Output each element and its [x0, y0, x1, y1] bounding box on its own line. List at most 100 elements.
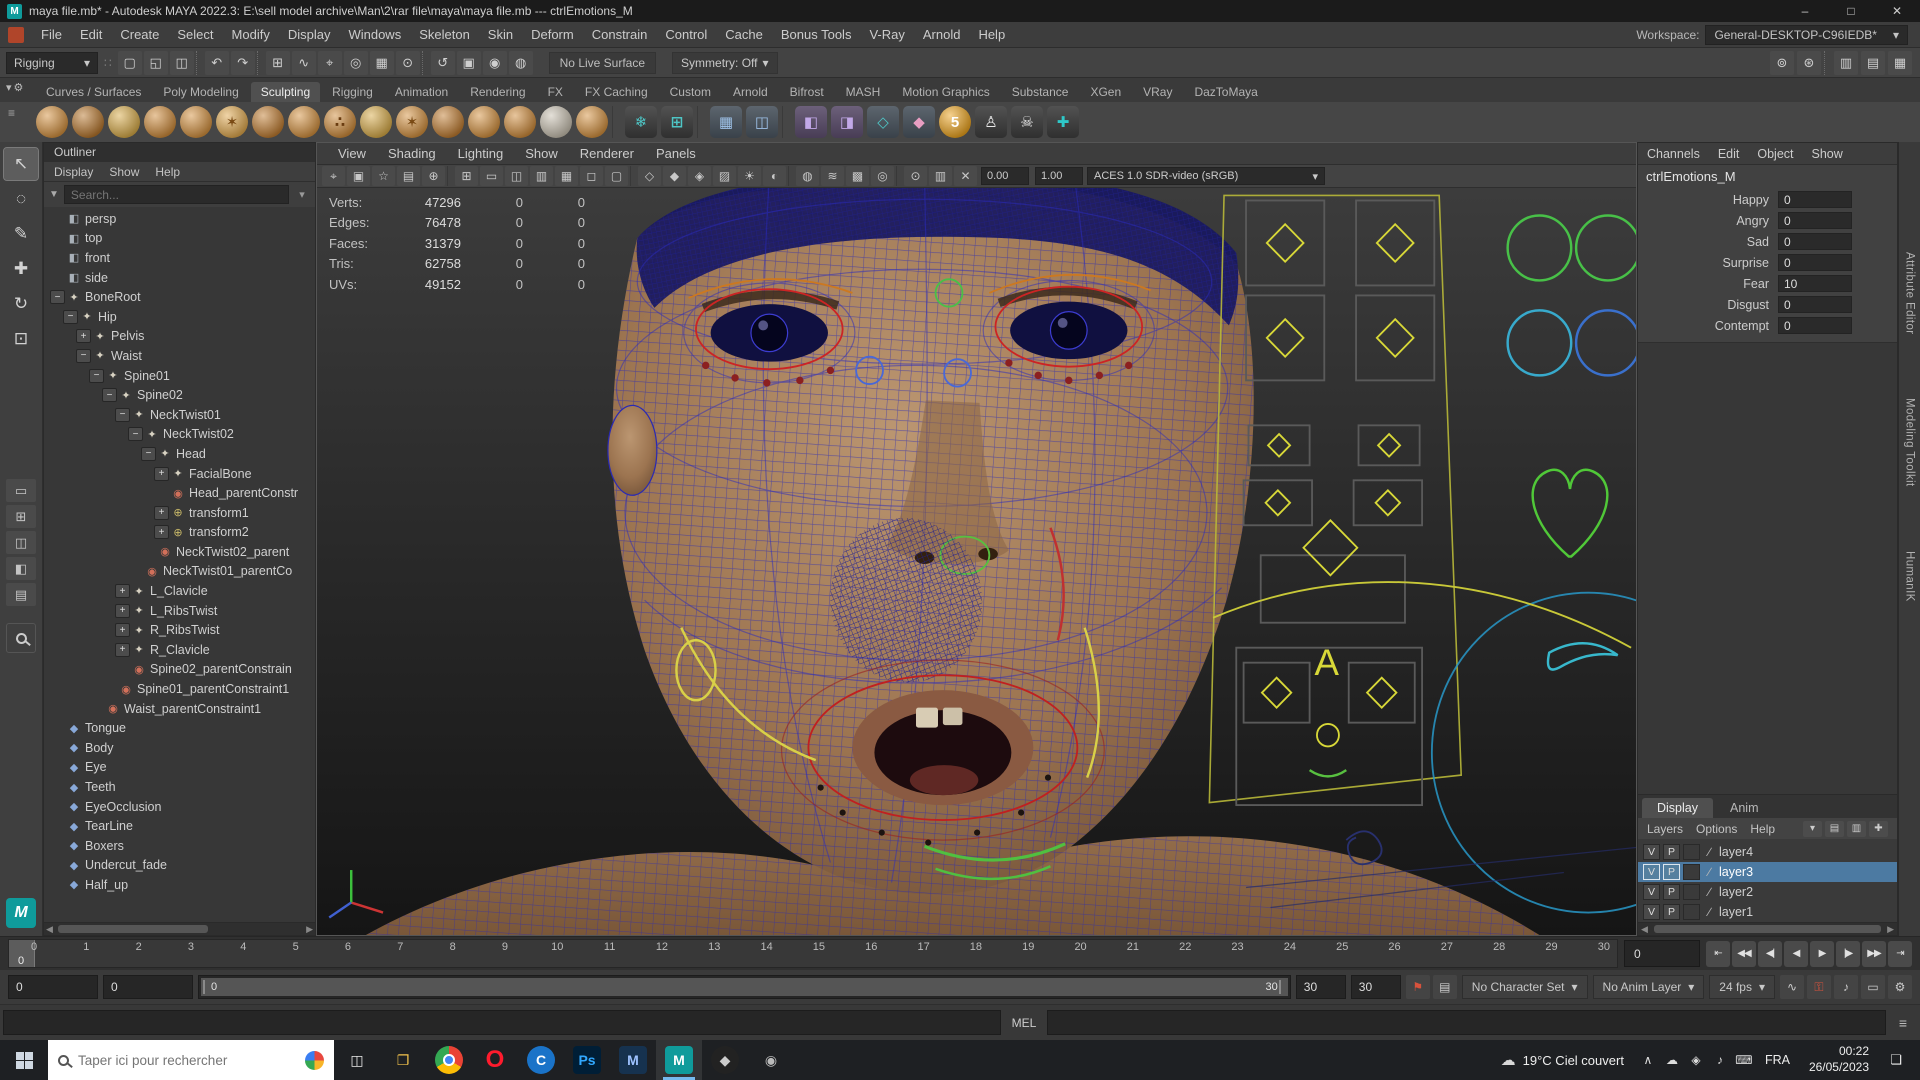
shelf-tab[interactable]: VRay: [1133, 82, 1182, 102]
rotate-tool[interactable]: ↻: [4, 288, 38, 320]
shelf-gear-icon[interactable]: ⚙: [14, 81, 24, 94]
channel-attribute-row[interactable]: Disgust 0: [1638, 294, 1897, 315]
outliner-item[interactable]: ◆ Teeth: [44, 777, 315, 797]
snap-to-projected-center-icon[interactable]: ◎: [343, 50, 368, 75]
script-editor-icon[interactable]: ≡: [1886, 1015, 1920, 1031]
ipr-render-icon[interactable]: ◍: [508, 50, 533, 75]
image-plane-icon[interactable]: ▤: [397, 166, 420, 186]
sculpt-foamy-icon[interactable]: [288, 106, 320, 138]
snap-to-view-plane-icon[interactable]: ▦: [369, 50, 394, 75]
status-icon[interactable]: [195, 50, 203, 75]
lock-camera-icon[interactable]: ⌖: [322, 166, 345, 186]
playback-end-field[interactable]: 30: [1295, 975, 1346, 999]
expand-toggle-icon[interactable]: [50, 800, 65, 814]
textured-icon[interactable]: ▨: [713, 166, 736, 186]
sculpt-grab-icon[interactable]: [180, 106, 212, 138]
expand-toggle-icon[interactable]: −: [102, 388, 117, 403]
convert-selection-icon[interactable]: ⊞: [661, 106, 693, 138]
layer-editor-menu-item[interactable]: Help: [1750, 822, 1775, 836]
sculpt-sculpt-icon[interactable]: [72, 106, 104, 138]
viewport-canvas[interactable]: A Verts: 47296 0 0 Edges: 76478 0 0 Face…: [317, 188, 1636, 935]
film-gate-icon[interactable]: ▭: [480, 166, 503, 186]
animation-end-field[interactable]: 30: [1350, 975, 1401, 999]
outliner-item[interactable]: − ✦ Waist: [44, 346, 315, 366]
bookmark-icon[interactable]: ⚑: [1405, 975, 1430, 999]
shelf-tab[interactable]: Rigging: [322, 82, 383, 102]
menu-item[interactable]: Select: [168, 27, 222, 42]
auto-key-icon[interactable]: ⚿: [1807, 975, 1831, 999]
mel-command-input[interactable]: [3, 1010, 1001, 1035]
sidebar-toggle-icon[interactable]: [1824, 50, 1831, 75]
snap-to-curve-icon[interactable]: ∿: [291, 50, 316, 75]
hidden-icons-chevron[interactable]: ∧: [1636, 1040, 1660, 1080]
outliner-item[interactable]: ◆ Eye: [44, 758, 315, 778]
outliner-hscrollbar[interactable]: ◀ ▶: [44, 922, 315, 935]
file-explorer-icon[interactable]: ❐: [380, 1040, 426, 1080]
expand-toggle-icon[interactable]: [128, 564, 143, 578]
layer-playback-toggle[interactable]: P: [1663, 844, 1680, 860]
animation-start-field[interactable]: 0: [8, 975, 98, 999]
shelf-tab[interactable]: Custom: [660, 82, 721, 102]
hypershade-icon[interactable]: ◇: [867, 106, 899, 138]
viewport-toolbar-icon[interactable]: [896, 166, 902, 186]
highlight-selection-icon[interactable]: ⊚: [1770, 50, 1794, 75]
open-scene-icon[interactable]: ◱: [143, 50, 168, 75]
outliner-item[interactable]: ◧ top: [44, 229, 315, 249]
outliner-item[interactable]: ◧ front: [44, 248, 315, 268]
menu-item[interactable]: Create: [111, 27, 168, 42]
maximize-button[interactable]: □: [1828, 0, 1874, 22]
sculpt-repeat-icon[interactable]: [360, 106, 392, 138]
chrome-icon[interactable]: [426, 1040, 472, 1080]
scrollbar-thumb[interactable]: [58, 925, 208, 933]
play-backwards-button[interactable]: ◀: [1784, 940, 1808, 967]
outliner-item[interactable]: + ✦ L_Clavicle: [44, 581, 315, 601]
expand-toggle-icon[interactable]: [50, 780, 65, 794]
step-forward-frame-button[interactable]: ▶▶: [1862, 940, 1886, 967]
layer-visibility-toggle[interactable]: V: [1643, 844, 1660, 860]
grid-tool-icon[interactable]: ◫: [746, 106, 778, 138]
make-live-icon[interactable]: ⊙: [395, 50, 420, 75]
layout-split-button[interactable]: ◧: [6, 557, 36, 580]
layer-row[interactable]: V P ∕ layer4: [1638, 842, 1897, 862]
paint-select-tool[interactable]: ✎: [4, 218, 38, 250]
expand-toggle-icon[interactable]: −: [115, 407, 130, 422]
menu-item[interactable]: V-Ray: [860, 27, 913, 42]
layout-persp-outliner-button[interactable]: ◫: [6, 531, 36, 554]
new-layer-icon[interactable]: ✚: [1869, 820, 1888, 837]
layer-visibility-toggle[interactable]: V: [1643, 884, 1660, 900]
shelf-tab[interactable]: Poly Modeling: [153, 82, 248, 102]
expand-toggle-icon[interactable]: +: [115, 623, 130, 638]
speaker-icon[interactable]: ♪: [1834, 975, 1858, 999]
smooth-shade-icon[interactable]: ◆: [663, 166, 686, 186]
screen-space-ao-icon[interactable]: ◍: [796, 166, 819, 186]
outliner-item[interactable]: ◧ side: [44, 268, 315, 288]
expand-toggle-icon[interactable]: [50, 760, 65, 774]
security-icon[interactable]: ◈: [1684, 1040, 1708, 1080]
symmetry-selector[interactable]: Symmetry: Off ▾: [672, 51, 778, 74]
layer-visibility-toggle[interactable]: V: [1643, 864, 1660, 880]
layer-editor-menu-item[interactable]: Options: [1696, 822, 1737, 836]
expand-toggle-icon[interactable]: −: [76, 348, 91, 363]
layout-hypershade-button[interactable]: ▤: [6, 583, 36, 606]
outliner-item[interactable]: ◆ Tongue: [44, 718, 315, 738]
shelf-tab[interactable]: Rendering: [460, 82, 535, 102]
menu-item[interactable]: Help: [969, 27, 1014, 42]
channel-attribute-row[interactable]: Surprise 0: [1638, 252, 1897, 273]
menu-item[interactable]: Modify: [223, 27, 279, 42]
character-set-selector[interactable]: No Character Set ▾: [1461, 975, 1588, 999]
outliner-search-input[interactable]: [63, 185, 289, 204]
sculpt-smooth-icon[interactable]: [108, 106, 140, 138]
expand-toggle-icon[interactable]: [50, 741, 65, 755]
depth-of-field-icon[interactable]: ◎: [871, 166, 894, 186]
shelf-tab[interactable]: DazToMaya: [1184, 82, 1267, 102]
layer-display-type-box[interactable]: [1683, 864, 1700, 880]
shelf-item[interactable]: [782, 106, 791, 138]
pan-zoom-icon[interactable]: ⊕: [422, 166, 445, 186]
outliner-item[interactable]: − ✦ NeckTwist02: [44, 425, 315, 445]
sculpt-flatten-icon[interactable]: [252, 106, 284, 138]
layer-playback-toggle[interactable]: P: [1663, 904, 1680, 920]
menu-item[interactable]: Skeleton: [410, 27, 479, 42]
viewport-menu-item[interactable]: Lighting: [447, 146, 515, 161]
channel-attribute-row[interactable]: Happy 0: [1638, 189, 1897, 210]
shelf-side-handle[interactable]: ≡: [8, 106, 15, 120]
